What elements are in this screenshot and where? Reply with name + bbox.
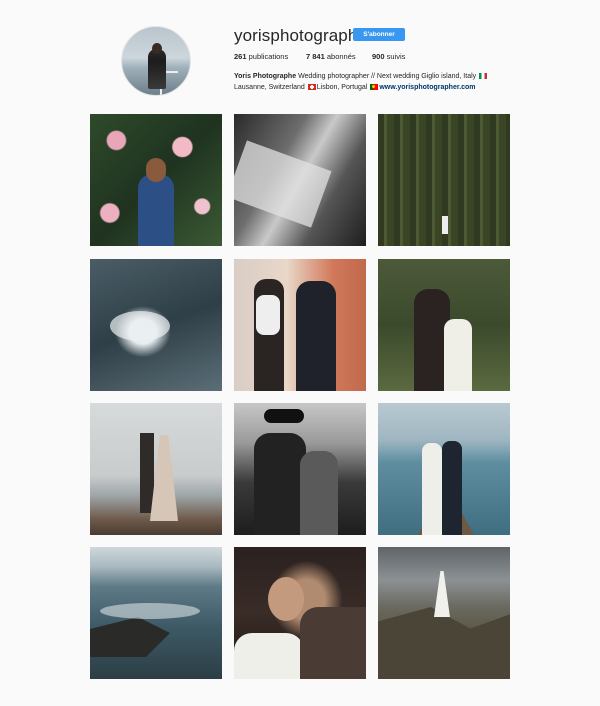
stat-posts[interactable]: 261 publications (234, 52, 288, 61)
photo-surf-foam (100, 603, 200, 619)
photo-kiss-portrait (234, 633, 304, 679)
photo-bride-dress (444, 319, 472, 391)
post-tile[interactable] (378, 403, 510, 535)
photo-bride-top (256, 295, 280, 335)
post-tile[interactable] (378, 547, 510, 679)
stat-followers[interactable]: 7 841 abonnés (306, 52, 356, 61)
stat-following[interactable]: 900 suivis (372, 52, 405, 61)
post-tile[interactable] (234, 403, 366, 535)
avatar-figure (148, 49, 166, 89)
post-tile[interactable] (234, 114, 366, 246)
bio-location-1: Lausanne, Switzerland (234, 84, 305, 91)
photo-forest-couple (442, 216, 448, 234)
bio-description: Wedding photographer // Next wedding Gig… (298, 73, 477, 80)
photo-groom-suit (296, 281, 336, 391)
stat-followers-label: abonnés (326, 52, 356, 61)
stat-followers-value: 7 841 (306, 52, 325, 61)
photo-groom-jacket (300, 607, 366, 679)
photo-man-coat (254, 433, 306, 535)
photo-bw-couple-hat (264, 409, 304, 423)
bio-name: Yoris Photographe (234, 73, 297, 80)
photo-bride-on-cliff (434, 571, 450, 617)
bio-line-1: Yoris Photographe Wedding photographer /… (234, 71, 524, 82)
photo-cliff-bride (378, 607, 510, 679)
switzerland-flag-icon (307, 84, 316, 90)
post-tile[interactable] (90, 403, 222, 535)
profile-avatar[interactable] (121, 26, 191, 96)
profile-page: yorisphotographer S'abonner 261 publicat… (0, 0, 600, 706)
photo-man-head (146, 158, 166, 182)
photo-bride-white (422, 443, 442, 535)
follow-button[interactable]: S'abonner (353, 28, 405, 41)
bio-line-2: Lausanne, Switzerland Lisbon, Portugal w… (234, 82, 524, 93)
profile-username: yorisphotographer (234, 26, 373, 45)
avatar-figure-head (152, 43, 162, 54)
post-tile[interactable] (90, 114, 222, 246)
bio-website-link[interactable]: www.yorisphotographer.com (379, 84, 475, 91)
photo-woman-sweater (300, 451, 338, 535)
photo-man-flowers (138, 174, 174, 246)
italy-flag-icon (479, 73, 488, 79)
stat-posts-label: publications (248, 52, 289, 61)
stat-following-label: suivis (386, 52, 406, 61)
post-tile[interactable] (90, 259, 222, 391)
post-tile[interactable] (234, 259, 366, 391)
photo-bride-gown (150, 435, 178, 521)
stat-following-value: 900 (372, 52, 385, 61)
photo-groom-navy (442, 441, 462, 535)
profile-bio: Yoris Photographe Wedding photographer /… (234, 71, 524, 93)
post-tile[interactable] (90, 547, 222, 679)
photo-beach-couple (140, 433, 154, 513)
photo-bw-embrace (234, 140, 332, 228)
photo-sea-wave (110, 311, 170, 341)
post-tile[interactable] (234, 547, 366, 679)
post-tile[interactable] (378, 114, 510, 246)
photo-bride-face (268, 577, 304, 621)
portugal-flag-icon (370, 84, 379, 90)
stat-posts-value: 261 (234, 52, 247, 61)
photo-rocky-coast (90, 617, 170, 657)
post-tile[interactable] (378, 259, 510, 391)
bio-location-2: Lisbon, Portugal (316, 84, 368, 91)
